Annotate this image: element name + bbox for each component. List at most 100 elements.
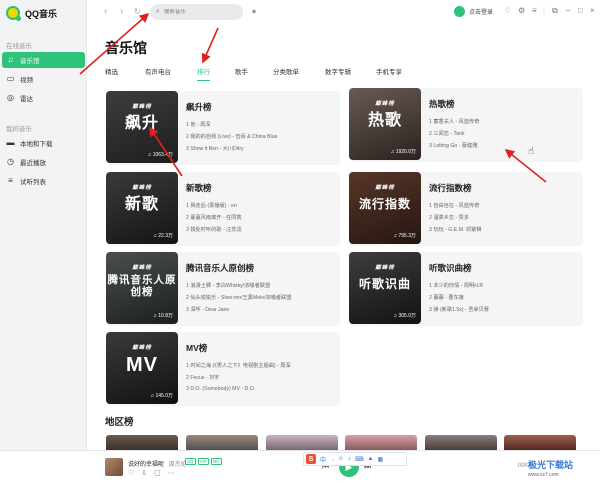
now-playing-cover[interactable] (105, 458, 123, 476)
settings-icon[interactable]: ⚙ (518, 6, 525, 15)
skin-icon[interactable]: ♢ (504, 6, 511, 15)
skin-icon[interactable]: ▲ (368, 456, 374, 462)
cover-brand: 巅峰榜 (375, 185, 395, 191)
region-chart-thumb[interactable] (186, 435, 258, 450)
avatar[interactable] (454, 6, 465, 17)
sidebar-item-video[interactable]: ▭ 视频 (2, 71, 85, 87)
tab-playlists[interactable]: 分类歌单 (273, 66, 299, 76)
ime-toolbar[interactable]: S 中 ˙, ☺ ♪ ⌨ ▲ ▦ (303, 452, 407, 466)
tab-mobile-exclusive[interactable]: 手机专享 (376, 66, 402, 76)
tab-singers[interactable]: 歌手 (235, 66, 248, 76)
chart-name[interactable]: 新歌榜 (186, 182, 212, 194)
toolbox-icon[interactable]: ▦ (377, 456, 383, 463)
chart-song[interactable]: 2 Focus - 刘宇 (186, 374, 219, 381)
listen-count: ♫ 22.3万 (153, 233, 173, 239)
region-chart-thumb[interactable] (425, 435, 497, 450)
cover-text: MV (126, 354, 158, 376)
region-chart-thumb[interactable] (345, 435, 417, 450)
chart-card-song-recognition[interactable]: 巅峰榜 听歌识曲 ♫ 305.0万 听歌识曲榜 1 本少的你情 - 周明H.R … (349, 252, 583, 326)
microphone-icon[interactable]: ⏺ (252, 7, 256, 17)
chart-song[interactable]: 2 仙头锐锐乐 - Slow-mo/王黑Melo/浓嗓者联盟 (186, 294, 292, 301)
chart-song[interactable]: 1 他 - 周深 (186, 121, 211, 128)
sidebar-item-trial-list[interactable]: ≡ 试听列表 (2, 173, 85, 189)
minimize-icon[interactable]: – (566, 6, 570, 15)
chart-card-mv[interactable]: 巅峰榜 MV ♫ 145.0万 MV榜 1 时间之海 (《男人之下》电视剧主题曲… (106, 332, 340, 406)
app-logo[interactable]: QQ音乐 (6, 6, 57, 21)
chart-song[interactable]: 3 弹 (新歌1.5x) - 吾拿贝赛 (429, 306, 489, 313)
video-icon: ▭ (6, 74, 15, 83)
chart-card-hot[interactable]: 巅峰榜 热歌 ♫ 1920.0万 热歌榜 1 蓄香夫人 - 风蓝传奇 2 三闻恋… (349, 88, 583, 162)
search-input[interactable] (163, 9, 234, 15)
comment-icon[interactable]: ▢ (154, 469, 161, 477)
chart-song[interactable]: 2 蔓蔓风雨离开 - 任同携 (186, 214, 242, 221)
chart-song[interactable]: 3 独处时听的歌 - 汪苏泷 (186, 226, 242, 233)
ime-language[interactable]: 中 (320, 455, 326, 464)
chart-name[interactable]: 飙升榜 (186, 101, 212, 113)
chart-cover[interactable]: 巅峰榜 腾讯音乐人原创榜 ♫ 10.8万 (106, 252, 178, 324)
chart-card-pop-index[interactable]: 巅峰榜 流行指数 ♫ 795.3万 流行指数榜 1 自由自在 - 风蓝传奇 2 … (349, 172, 583, 246)
chart-song[interactable]: 2 我的的自我 (Live) - 伍佰 & China Blue (186, 133, 277, 140)
refresh-icon[interactable]: ↻ (134, 7, 141, 16)
chart-card-new[interactable]: 巅峰榜 新歌 ♫ 22.3万 新歌榜 1 我走后 (录播版) - en 2 蔓蔓… (106, 172, 340, 246)
quality-tag[interactable]: MV (210, 458, 222, 465)
voice-icon[interactable]: ♪ (348, 456, 351, 462)
chart-song[interactable]: 3 玩玩 - G.E.M. 邓紫棋 (429, 226, 481, 233)
login-link[interactable]: 点击登录 (469, 7, 493, 16)
chart-card-soaring[interactable]: 巅峰榜 飙升 ♫ 1063.4万 飙升榜 1 他 - 周深 2 我的的自我 (L… (106, 91, 340, 165)
more-icon[interactable]: ⋯ (168, 469, 175, 477)
chart-name[interactable]: MV榜 (186, 342, 207, 354)
forward-arrow-icon[interactable]: › (120, 6, 123, 17)
chart-song[interactable]: 1 本少的你情 - 周明H.R (429, 282, 483, 289)
chart-name[interactable]: 腾讯音乐人原创榜 (186, 262, 254, 274)
chart-name[interactable]: 听歌识曲榜 (429, 262, 472, 274)
close-icon[interactable]: × (590, 6, 595, 15)
chart-song[interactable]: 3 深呼 - Dear Jane (186, 306, 229, 313)
tab-audio-radio[interactable]: 有声电台 (145, 66, 171, 76)
chart-cover[interactable]: 巅峰榜 MV ♫ 145.0万 (106, 332, 178, 404)
tab-charts[interactable]: 排行 (197, 66, 210, 81)
chart-song[interactable]: 3 D.O. (Somebody) MV - D.O. (186, 386, 255, 392)
chart-song[interactable]: 1 时间之海 (《男人之下》电视剧主题曲) - 周深 (186, 362, 291, 369)
chart-song[interactable]: 1 浪漫土狮 - 李白Whisky/浓嗓者联盟 (186, 282, 270, 289)
chart-song[interactable]: 1 我走后 (录播版) - en (186, 202, 237, 209)
search-box[interactable]: ⌕ (150, 4, 243, 20)
back-arrow-icon[interactable]: ‹ (104, 6, 107, 17)
chart-song[interactable]: 3 Letting Go - 蔡健雅 (429, 142, 477, 149)
download-icon[interactable]: ⇩ (141, 469, 147, 477)
chart-name[interactable]: 流行指数榜 (429, 182, 472, 194)
chart-card-tencent-original[interactable]: 巅峰榜 腾讯音乐人原创榜 ♫ 10.8万 腾讯音乐人原创榜 1 浪漫土狮 - 李… (106, 252, 340, 326)
chart-name[interactable]: 热歌榜 (429, 98, 455, 110)
menu-icon[interactable]: ≡ (532, 6, 537, 15)
emoji-icon[interactable]: ☺ (338, 456, 344, 462)
region-chart-thumb[interactable] (504, 435, 576, 450)
like-icon[interactable]: ♡ (128, 469, 134, 477)
sidebar-item-radar[interactable]: ◎ 雷达 (2, 90, 85, 106)
punctuation-icon[interactable]: ˙, (330, 456, 334, 462)
chart-cover[interactable]: 巅峰榜 流行指数 ♫ 795.3万 (349, 172, 421, 244)
sidebar: QQ音乐 在线音乐 ♫ 音乐馆 ▭ 视频 ◎ 雷达 我的音乐 ▬ 本地和下载 ◷… (0, 0, 87, 450)
chart-song[interactable]: 2 温柔乡恋 - 赞多 (429, 214, 469, 221)
sidebar-item-recent[interactable]: ◷ 最近播放 (2, 154, 85, 170)
maximize-icon[interactable]: □ (578, 6, 583, 15)
now-playing-title[interactable]: 说好的幸福呢 (128, 462, 164, 468)
now-playing-info[interactable]: 说好的幸福呢 周杰伦 (128, 459, 187, 468)
chart-song[interactable]: 3 Show it Ben - 大川Ditry (186, 145, 244, 152)
chart-song[interactable]: 2 三闻恋 - Tank (429, 130, 464, 137)
chart-cover[interactable]: 巅峰榜 飙升 ♫ 1063.4万 (106, 91, 178, 163)
mini-mode-icon[interactable]: ⧉ (552, 6, 558, 16)
account-area[interactable]: 点击登录 (454, 6, 493, 17)
sidebar-item-local-download[interactable]: ▬ 本地和下载 (2, 135, 85, 151)
tab-featured[interactable]: 精选 (105, 66, 118, 76)
chart-cover[interactable]: 巅峰榜 听歌识曲 ♫ 305.0万 (349, 252, 421, 324)
chart-cover[interactable]: 巅峰榜 热歌 ♫ 1920.0万 (349, 88, 421, 160)
chart-song[interactable]: 1 蓄香夫人 - 风蓝传奇 (429, 118, 479, 125)
tab-digital-albums[interactable]: 数字专辑 (325, 66, 351, 76)
keyboard-icon[interactable]: ⌨ (355, 456, 364, 463)
chart-cover[interactable]: 巅峰榜 新歌 ♫ 22.3万 (106, 172, 178, 244)
chart-song[interactable]: 1 自由自在 - 风蓝传奇 (429, 202, 479, 209)
sidebar-item-music-hall[interactable]: ♫ 音乐馆 (2, 52, 85, 68)
now-playing-artist[interactable]: 周杰伦 (169, 462, 187, 468)
region-chart-thumb[interactable] (266, 435, 338, 450)
region-chart-thumb[interactable] (106, 435, 178, 450)
chart-song[interactable]: 2 暮暮 - 曹东旗 (429, 294, 464, 301)
